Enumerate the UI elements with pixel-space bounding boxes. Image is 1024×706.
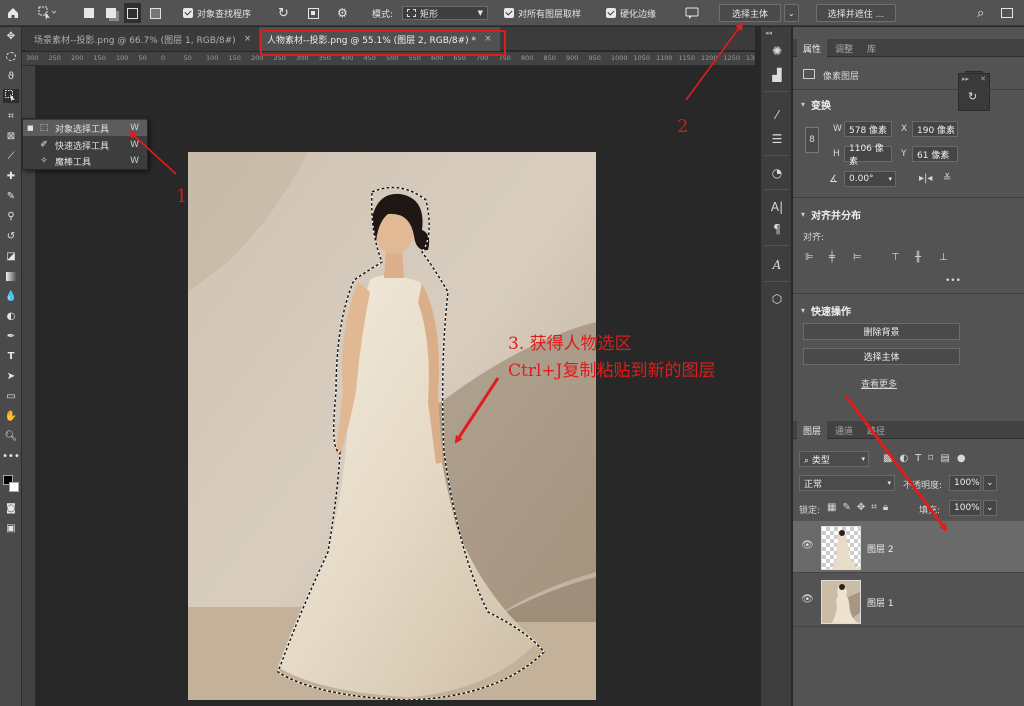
arrow-to-new-layer (844, 395, 948, 532)
photoshop-window: 对象查找程序 ↻ ⚙ 模式: 矩形 ▼ 对所有图层取样 硬化边缘 选择主体 ⌄ (0, 0, 1024, 706)
arrow-to-select-subject (685, 22, 744, 101)
annotation-arrows (128, 22, 948, 532)
arrow-to-selection (454, 377, 500, 444)
arrow-to-object-tool (128, 130, 177, 175)
